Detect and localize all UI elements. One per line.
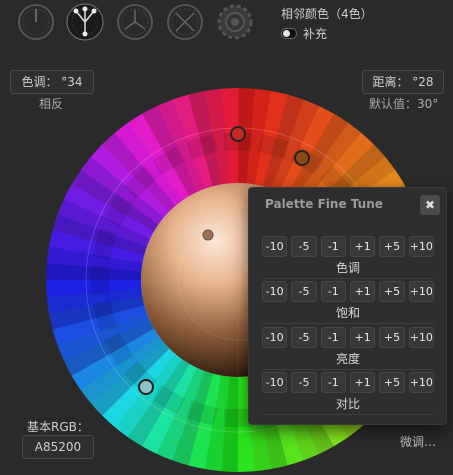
fine-tune-row-label: 饱和 xyxy=(335,306,360,320)
fine-tune-row: -10 -5 -1 +1 +5 +10 亮度 xyxy=(262,327,434,370)
panel-header: Palette Fine Tune ✖ xyxy=(249,188,446,220)
step-button[interactable]: +1 xyxy=(349,327,376,348)
hue-value: °34 xyxy=(61,75,83,89)
step-button[interactable]: +10 xyxy=(408,372,434,393)
base-rgb-label: 基本RGB： xyxy=(27,420,89,434)
distance-value: °28 xyxy=(412,75,434,89)
step-button[interactable]: +5 xyxy=(379,236,405,257)
step-button[interactable]: +1 xyxy=(349,372,376,393)
color-handle-2[interactable] xyxy=(294,150,310,166)
step-button-group: -10 -5 -1 +1 +5 +10 xyxy=(262,236,434,257)
palette-mode-title: 相邻颜色（4色） xyxy=(281,7,373,21)
step-button[interactable]: -10 xyxy=(262,372,288,393)
fine-tune-row-label: 亮度 xyxy=(335,352,360,366)
step-button[interactable]: -10 xyxy=(262,327,288,348)
custom-gear-icon xyxy=(217,4,253,40)
fine-tune-row-label: 对比 xyxy=(335,397,360,411)
row-divider xyxy=(262,278,434,279)
close-button[interactable]: ✖ xyxy=(420,195,440,215)
color-handle-3[interactable] xyxy=(138,379,154,395)
step-button[interactable]: +5 xyxy=(379,327,405,348)
step-button[interactable]: -10 xyxy=(262,281,288,302)
mode-triad-button[interactable] xyxy=(116,3,154,41)
step-button[interactable]: +5 xyxy=(379,281,405,302)
row-divider xyxy=(262,414,434,415)
hue-label: 色调： xyxy=(21,75,58,89)
close-icon: ✖ xyxy=(424,198,436,212)
analogous-icon xyxy=(66,3,104,41)
step-button[interactable]: -5 xyxy=(291,372,317,393)
step-button[interactable]: -5 xyxy=(291,281,317,302)
fine-tune-row: -10 -5 -1 +1 +5 +10 色调 xyxy=(262,236,434,279)
complement-label: 补充 xyxy=(303,27,328,41)
row-divider xyxy=(262,323,434,324)
panel-title: Palette Fine Tune xyxy=(265,197,383,211)
step-button[interactable]: +10 xyxy=(408,236,434,257)
complement-toggle-row[interactable]: 补充 xyxy=(281,25,327,42)
step-button-group: -10 -5 -1 +1 +5 +10 xyxy=(262,327,434,348)
step-button[interactable]: +10 xyxy=(408,327,434,348)
step-button-group: -10 -5 -1 +1 +5 +10 xyxy=(262,372,434,393)
mode-analogous-button[interactable] xyxy=(66,3,104,41)
distance-label: 距离： xyxy=(372,75,409,89)
row-divider xyxy=(262,369,434,370)
brightness-handle[interactable] xyxy=(202,229,214,241)
step-button[interactable]: -1 xyxy=(320,236,346,257)
step-button[interactable]: -5 xyxy=(291,236,317,257)
color-handle-1[interactable] xyxy=(230,126,246,142)
triad-icon xyxy=(117,4,153,40)
step-button[interactable]: -1 xyxy=(320,327,346,348)
step-button[interactable]: -10 xyxy=(262,236,288,257)
step-button[interactable]: +5 xyxy=(379,372,405,393)
step-button-group: -10 -5 -1 +1 +5 +10 xyxy=(262,281,434,302)
tetrad-icon xyxy=(167,4,203,40)
fine-tune-row: -10 -5 -1 +1 +5 +10 饱和 xyxy=(262,281,434,324)
palette-fine-tune-panel: Palette Fine Tune ✖ -10 -5 -1 +1 +5 +10 色调 -10-… xyxy=(248,187,447,425)
base-rgb-field[interactable]: A85200 xyxy=(22,435,94,459)
step-button[interactable]: +1 xyxy=(349,281,376,302)
mono-icon xyxy=(18,4,54,40)
fine-tune-link[interactable]: 微调… xyxy=(400,433,436,450)
mode-custom-button[interactable] xyxy=(216,3,254,41)
step-button[interactable]: -1 xyxy=(320,372,346,393)
step-button[interactable]: +10 xyxy=(408,281,434,302)
fine-tune-row: -10 -5 -1 +1 +5 +10 对比 xyxy=(262,372,434,415)
mode-tetrad-button[interactable] xyxy=(166,3,204,41)
mode-mono-button[interactable] xyxy=(17,3,55,41)
complement-toggle[interactable] xyxy=(281,28,297,39)
step-button[interactable]: +1 xyxy=(349,236,376,257)
step-button[interactable]: -5 xyxy=(291,327,317,348)
fine-tune-row-label: 色调 xyxy=(335,261,360,275)
step-button[interactable]: -1 xyxy=(320,281,346,302)
